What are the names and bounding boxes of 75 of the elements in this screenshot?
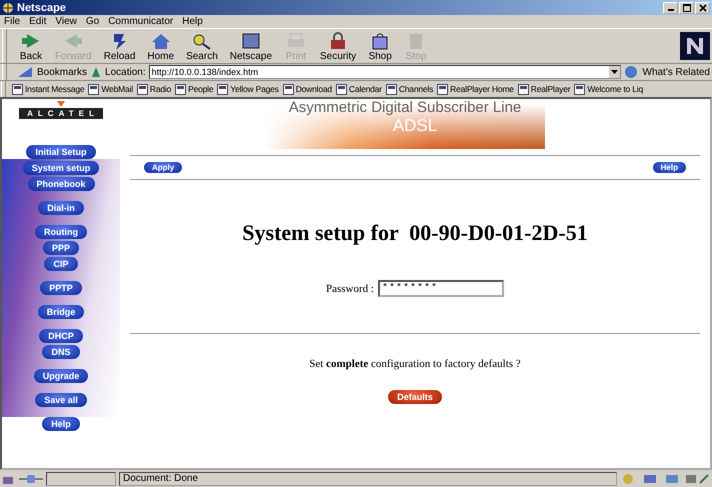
menu-item[interactable]: View xyxy=(55,16,77,27)
close-button[interactable] xyxy=(695,2,710,14)
toolbar-button[interactable]: Netscape xyxy=(224,30,278,62)
window-title: Netscape xyxy=(17,2,66,14)
personal-toolbar-link[interactable]: Yellow Pages xyxy=(217,84,279,94)
sidebar-nav-button[interactable]: Bridge xyxy=(38,305,84,319)
bookmark-page-icon xyxy=(136,84,148,94)
bookmark-page-icon xyxy=(217,84,228,94)
menu-item[interactable]: File xyxy=(4,16,20,27)
banner-subtitle: Asymmetric Digital Subscriber Line xyxy=(288,99,522,116)
reset-prompt: Set complete configuration to factory defaults ? xyxy=(308,358,522,370)
logo-text: ALCATEL xyxy=(19,108,103,119)
dropdown-caret-icon xyxy=(610,70,618,74)
sidebar-nav-button[interactable]: Initial Setup xyxy=(26,145,96,159)
menu-item[interactable]: Communicator xyxy=(108,16,174,27)
bookmark-page-icon xyxy=(574,84,586,94)
bookmarks-button[interactable]: Bookmarks xyxy=(37,66,88,78)
bookmark-page-icon xyxy=(12,84,23,94)
whats-related-button[interactable]: What's Related xyxy=(642,66,710,78)
menu-item[interactable]: Edit xyxy=(29,16,46,27)
help-button[interactable]: Help xyxy=(652,162,686,173)
status-text: Document: Done xyxy=(119,472,617,486)
toolbar-button[interactable]: Reload xyxy=(98,30,142,62)
sidebar-nav-button[interactable]: PPTP xyxy=(40,281,82,295)
personal-toolbar-link[interactable]: Instant Message xyxy=(12,84,84,94)
connection-plug-icon xyxy=(19,472,43,484)
bookmark-page-icon xyxy=(88,84,100,94)
url-field[interactable]: http://10.0.0.138/index.htm xyxy=(148,65,620,79)
location-label: Location: xyxy=(105,66,146,78)
toolbar-button[interactable]: Home xyxy=(141,30,180,62)
personal-toolbar-link[interactable]: Download xyxy=(282,84,332,94)
triangle-icon xyxy=(56,101,65,107)
personal-toolbar-link[interactable]: Radio xyxy=(136,84,172,94)
minimize-icon xyxy=(668,9,674,11)
sidebar-nav-button[interactable]: Dial-in xyxy=(38,201,84,215)
bookmark-page-icon xyxy=(386,84,397,94)
toolbar-button[interactable]: Shop xyxy=(362,30,398,62)
maximize-button[interactable] xyxy=(679,2,694,14)
close-icon xyxy=(698,4,706,12)
personal-toolbar-link[interactable]: WebMail xyxy=(88,84,133,94)
sidebar-nav-button[interactable]: DHCP xyxy=(39,329,83,343)
menu-item[interactable]: Go xyxy=(86,16,100,27)
banner-title: ADSL xyxy=(392,116,438,136)
bookmark-page-icon xyxy=(282,84,294,94)
toolbar-button[interactable]: Security xyxy=(314,30,362,62)
apply-button[interactable]: Apply xyxy=(144,162,182,173)
personal-toolbar-link[interactable]: Calendar xyxy=(336,84,382,94)
personal-toolbar-link[interactable]: RealPlayer Home xyxy=(437,84,514,94)
sidebar-nav-button[interactable]: PPP xyxy=(42,241,79,255)
sidebar-nav-button[interactable]: Upgrade xyxy=(34,369,88,383)
menu-item[interactable]: Help xyxy=(182,16,203,27)
bookmark-page-icon xyxy=(518,84,529,94)
bookmark-page-icon xyxy=(175,84,186,94)
toolbar-button[interactable]: Search xyxy=(180,30,224,62)
personal-toolbar-link[interactable]: RealPlayer xyxy=(518,84,570,94)
sidebar-nav-button[interactable]: Help xyxy=(42,417,80,431)
bookmark-page-icon xyxy=(437,84,448,94)
sidebar-nav-button[interactable]: DNS xyxy=(42,345,80,359)
sidebar-nav-button[interactable]: Save all xyxy=(35,393,87,407)
sidebar-nav-button[interactable]: CIP xyxy=(44,257,78,271)
progress-panel xyxy=(46,472,116,486)
sidebar-nav-button[interactable]: Phonebook xyxy=(28,177,94,191)
toolbar-button[interactable]: Back xyxy=(13,30,49,62)
sidebar-nav-button[interactable]: Routing xyxy=(35,225,87,239)
minimize-button[interactable] xyxy=(663,2,678,14)
personal-toolbar-link[interactable]: Channels xyxy=(386,84,434,94)
personal-toolbar-link[interactable]: Welcome to Liq xyxy=(574,84,643,94)
bookmark-page-icon xyxy=(336,84,347,94)
maximize-icon xyxy=(682,4,690,12)
defaults-button[interactable]: Defaults xyxy=(388,390,442,404)
password-field[interactable]: ******** xyxy=(378,280,504,297)
page-heading: System setup for 00-90-D0-01-2D-51 xyxy=(241,220,589,246)
password-label: Password : xyxy=(326,282,374,294)
personal-toolbar-link[interactable]: People xyxy=(175,84,214,94)
sidebar-nav-button[interactable]: System setup xyxy=(22,161,100,175)
